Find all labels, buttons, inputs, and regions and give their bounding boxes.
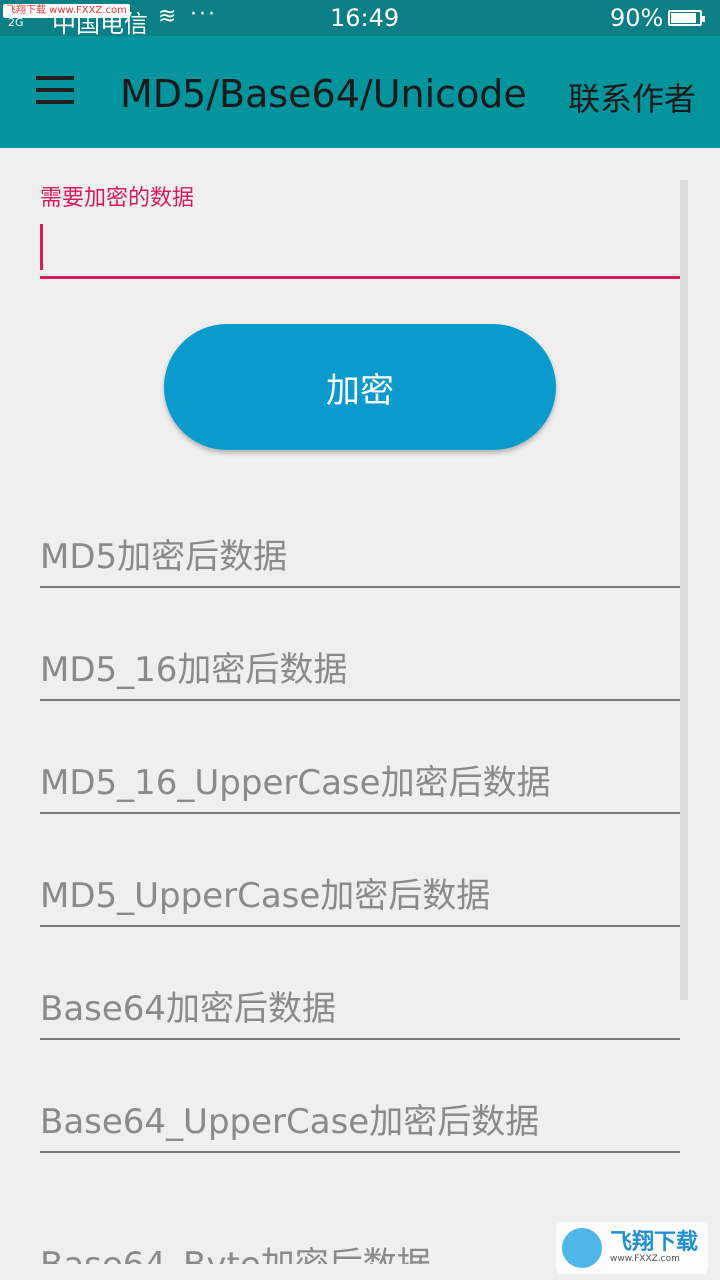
watermark-url: www.FXXZ.com	[610, 1254, 680, 1264]
watermark-text: 飞翔下载 www.FXXZ.com	[610, 1230, 699, 1265]
battery-percent: 90%	[610, 4, 664, 32]
watermark-brand: 飞翔下载	[610, 1230, 699, 1255]
data-input-field[interactable]	[40, 218, 680, 279]
contact-author-button[interactable]: 联系作者	[568, 74, 696, 120]
watermark-logo-icon	[562, 1228, 602, 1268]
encrypt-button[interactable]: 加密	[164, 324, 556, 450]
watermark-top: 飞翔下载 www.FXXZ.com	[3, 4, 130, 18]
menu-icon[interactable]	[36, 76, 74, 104]
input-label: 需要加密的数据	[40, 186, 195, 211]
text-caret	[40, 224, 43, 270]
result-field-base64-uppercase[interactable]: Base64_UpperCase加密后数据	[40, 1095, 680, 1153]
app-bar: MD5/Base64/Unicode 联系作者	[0, 36, 720, 148]
result-field-md5-uppercase[interactable]: MD5_UpperCase加密后数据	[40, 869, 680, 927]
app-title: MD5/Base64/Unicode	[120, 72, 527, 116]
result-field-placeholder: Base64_UpperCase加密后数据	[40, 1102, 540, 1142]
result-field-placeholder: Base64_Byte加密后数据	[40, 1237, 431, 1264]
watermark-bottom: 飞翔下载 www.FXXZ.com	[556, 1222, 708, 1274]
battery-fill	[671, 13, 696, 23]
scrollbar[interactable]	[680, 180, 688, 1000]
result-field-md5-16[interactable]: MD5_16加密后数据	[40, 643, 680, 701]
result-field-md5[interactable]: MD5加密后数据	[40, 530, 680, 588]
main-content: 需要加密的数据 加密 MD5加密后数据 MD5_16加密后数据 MD5_16_U…	[0, 148, 720, 1280]
battery-icon	[668, 10, 705, 26]
wifi-icon: ≋	[158, 4, 177, 29]
result-field-placeholder: MD5_16加密后数据	[40, 650, 348, 690]
result-field-base64[interactable]: Base64加密后数据	[40, 982, 680, 1040]
data-input[interactable]	[40, 218, 680, 276]
result-field-placeholder: MD5_UpperCase加密后数据	[40, 876, 491, 916]
result-field-placeholder: MD5加密后数据	[40, 537, 288, 577]
result-field-placeholder: MD5_16_UpperCase加密后数据	[40, 763, 551, 803]
result-field-placeholder: Base64加密后数据	[40, 989, 337, 1029]
clock: 16:49	[330, 4, 400, 32]
result-field-md5-16-uppercase[interactable]: MD5_16_UpperCase加密后数据	[40, 756, 680, 814]
more-dots-icon: ···	[190, 2, 217, 27]
